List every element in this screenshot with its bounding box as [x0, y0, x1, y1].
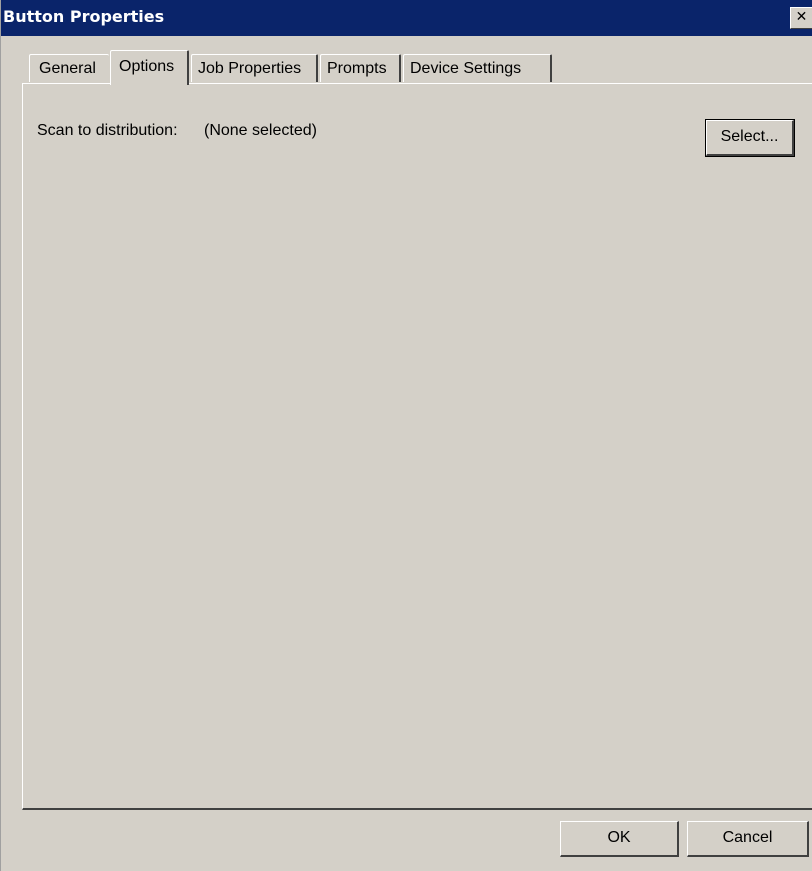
cancel-button[interactable]: Cancel	[687, 821, 809, 857]
window-title: Button Properties	[3, 7, 165, 26]
tab-options[interactable]: Options	[110, 50, 189, 85]
tab-prompts[interactable]: Prompts	[320, 54, 401, 82]
tab-general[interactable]: General	[29, 54, 109, 82]
options-tab-panel: Scan to distribution: (None selected) Se…	[22, 83, 812, 810]
select-button[interactable]: Select...	[705, 119, 795, 157]
button-properties-dialog: Button Properties ✕ General Options Job …	[0, 0, 812, 871]
close-button[interactable]: ✕	[790, 7, 812, 29]
close-icon: ✕	[795, 9, 808, 25]
scan-to-distribution-value: (None selected)	[204, 122, 317, 139]
ok-button[interactable]: OK	[560, 821, 679, 857]
title-bar[interactable]: Button Properties ✕	[1, 0, 812, 36]
tab-job-properties[interactable]: Job Properties	[191, 54, 318, 82]
tab-device-settings[interactable]: Device Settings	[403, 54, 552, 82]
scan-to-distribution-label: Scan to distribution:	[37, 122, 178, 139]
